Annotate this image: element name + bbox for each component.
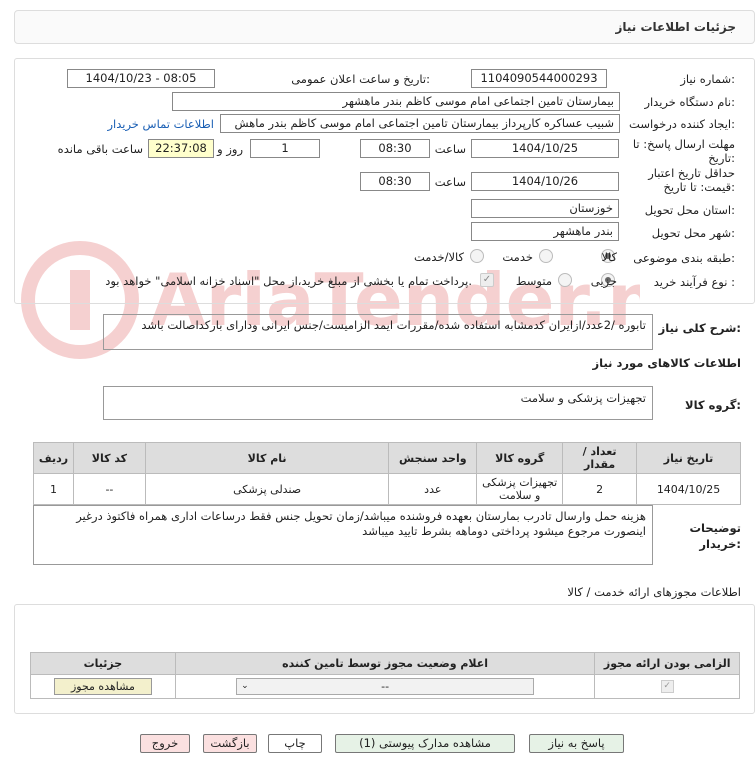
items-table: ردیف کد کالا نام کالا واحد سنجش گروه کال… [33,442,741,505]
view-permit-button[interactable]: مشاهده مجوز [53,678,152,695]
deadline-time-label: ساعت [434,142,466,156]
announce-label: تاریخ و ساعت اعلان عمومی: [291,72,430,86]
validity-time-label: ساعت [434,175,466,189]
buyer-notes-text: هزینه حمل وارسال تادرب بمارستان بعهده فر… [33,505,653,565]
city-label: شهر محل تحویل: [651,226,735,240]
col-group: گروه کالا [476,442,564,474]
contact-buyer-link[interactable]: اطلاعات تماس خریدار [107,117,214,131]
permit-status-cell: -- ⌄ [174,674,596,699]
deadline-label: مهلت ارسال پاسخ: تا تاریخ: [632,137,735,165]
category-label: طبقه بندی موضوعی: [633,251,735,265]
process-medium-label: متوسط [515,274,552,288]
buyer-field: بیمارستان تامین اجتماعی امام موسی کاظم ب… [172,92,620,111]
cell-name: صندلی پزشکی [144,473,390,505]
remaining-label: ساعت باقی مانده [57,142,143,156]
goods-info-title: اطلاعات کالاهای مورد نیاز [592,356,741,370]
cell-unit: عدد [388,473,478,505]
process-medium-radio[interactable] [558,273,572,287]
page-title: جزئیات اطلاعات نیاز [615,20,736,34]
cell-date: 1404/10/25 [636,473,741,505]
permit-status-value: -- [381,680,390,693]
cell-row: 1 [33,473,74,505]
back-button[interactable]: بازگشت [203,734,257,753]
treasury-payment-checkbox[interactable]: ✓ [480,273,494,287]
reply-button[interactable]: پاسخ به نیاز [529,734,624,753]
days-label: روز و [217,142,243,156]
chevron-down-icon: ⌄ [241,681,249,691]
deadline-time-field: 08:30 [360,139,430,158]
buyer-notes-label: توضیحات خریدار: [689,521,742,551]
process-label: نوع فرآیند خرید : [653,275,735,289]
description-text: تابوره /2عدد/ازایران کدمشابه استفاده شده… [103,314,653,350]
permit-required-checkbox[interactable]: ✓ [660,680,674,693]
permit-details-cell: مشاهده مجوز [30,674,176,699]
col-date: تاریخ نیاز [636,442,741,474]
category-both-label: کالا/خدمت [413,250,464,264]
col-unit: واحد سنجش [388,442,478,474]
announce-field: 1404/10/23 - 08:05 [67,69,215,88]
remaining-time-field: 22:37:08 [148,139,214,158]
category-service-radio[interactable] [539,249,553,263]
permit-status-select[interactable]: -- ⌄ [236,678,535,695]
category-goods-label: کالا [601,250,617,264]
table-row: مشاهده مجوز -- ⌄ ✓ [30,674,740,699]
col-row: ردیف [33,442,74,474]
col-code: کد کالا [72,442,146,474]
cell-code: -- [72,473,146,505]
goods-group-label: گروه کالا: [685,398,741,412]
validity-date-field: 1404/10/26 [471,172,619,191]
page-header: جزئیات اطلاعات نیاز [14,10,755,44]
process-partial-label: جزیی [590,274,617,288]
need-number-field: 1104090544000293 [471,69,607,88]
description-label: شرح کلی نیاز: [658,321,741,335]
validity-time-field: 08:30 [360,172,430,191]
validity-label: حداقل تاریخ اعتبار قیمت: تا تاریخ: [648,166,735,194]
buyer-label: نام دستگاه خریدار: [644,95,735,109]
cell-group: تجهیزات پزشکی و سلامت [476,473,564,505]
attachments-button[interactable]: مشاهده مدارک پیوستی (1) [335,734,515,753]
deadline-date-field: 1404/10/25 [471,139,619,158]
province-label: استان محل تحویل: [644,203,735,217]
province-field: خوزستان [471,199,619,218]
permit-col-status: اعلام وضعیت مجوز توسط تامین کننده [174,652,596,675]
payment-note: پرداخت تمام یا بخشی از مبلغ خرید،از محل … [105,274,472,288]
permits-title: اطلاعات مجوزهای ارائه خدمت / کالا [567,585,741,599]
permit-col-details: جزئیات [30,652,176,675]
table-row: 1 -- صندلی پزشکی عدد تجهیزات پزشکی و سلا… [33,473,741,505]
cell-qty: 2 [562,473,638,505]
exit-button[interactable]: خروج [140,734,190,753]
col-name: نام کالا [144,442,390,474]
goods-group-field: تجهیزات پزشکی و سلامت [103,386,653,420]
city-field: بندر ماهشهر [471,222,619,241]
items-table-header: ردیف کد کالا نام کالا واحد سنجش گروه کال… [33,442,741,474]
requester-field: شبیب عساکره کارپرداز بیمارستان تامین اجت… [220,114,620,133]
permits-table: جزئیات اعلام وضعیت مجوز توسط تامین کننده… [30,652,740,699]
days-field: 1 [250,139,320,158]
need-number-label: شماره نیاز: [680,72,735,86]
permit-col-required: الزامی بودن ارائه مجوز [594,652,740,675]
print-button[interactable]: چاپ [268,734,322,753]
requester-label: ایجاد کننده درخواست: [629,117,735,131]
permit-required-cell: ✓ [594,674,740,699]
col-qty: تعداد / مقدار [562,442,638,474]
category-both-radio[interactable] [470,249,484,263]
category-service-label: خدمت [502,250,533,264]
